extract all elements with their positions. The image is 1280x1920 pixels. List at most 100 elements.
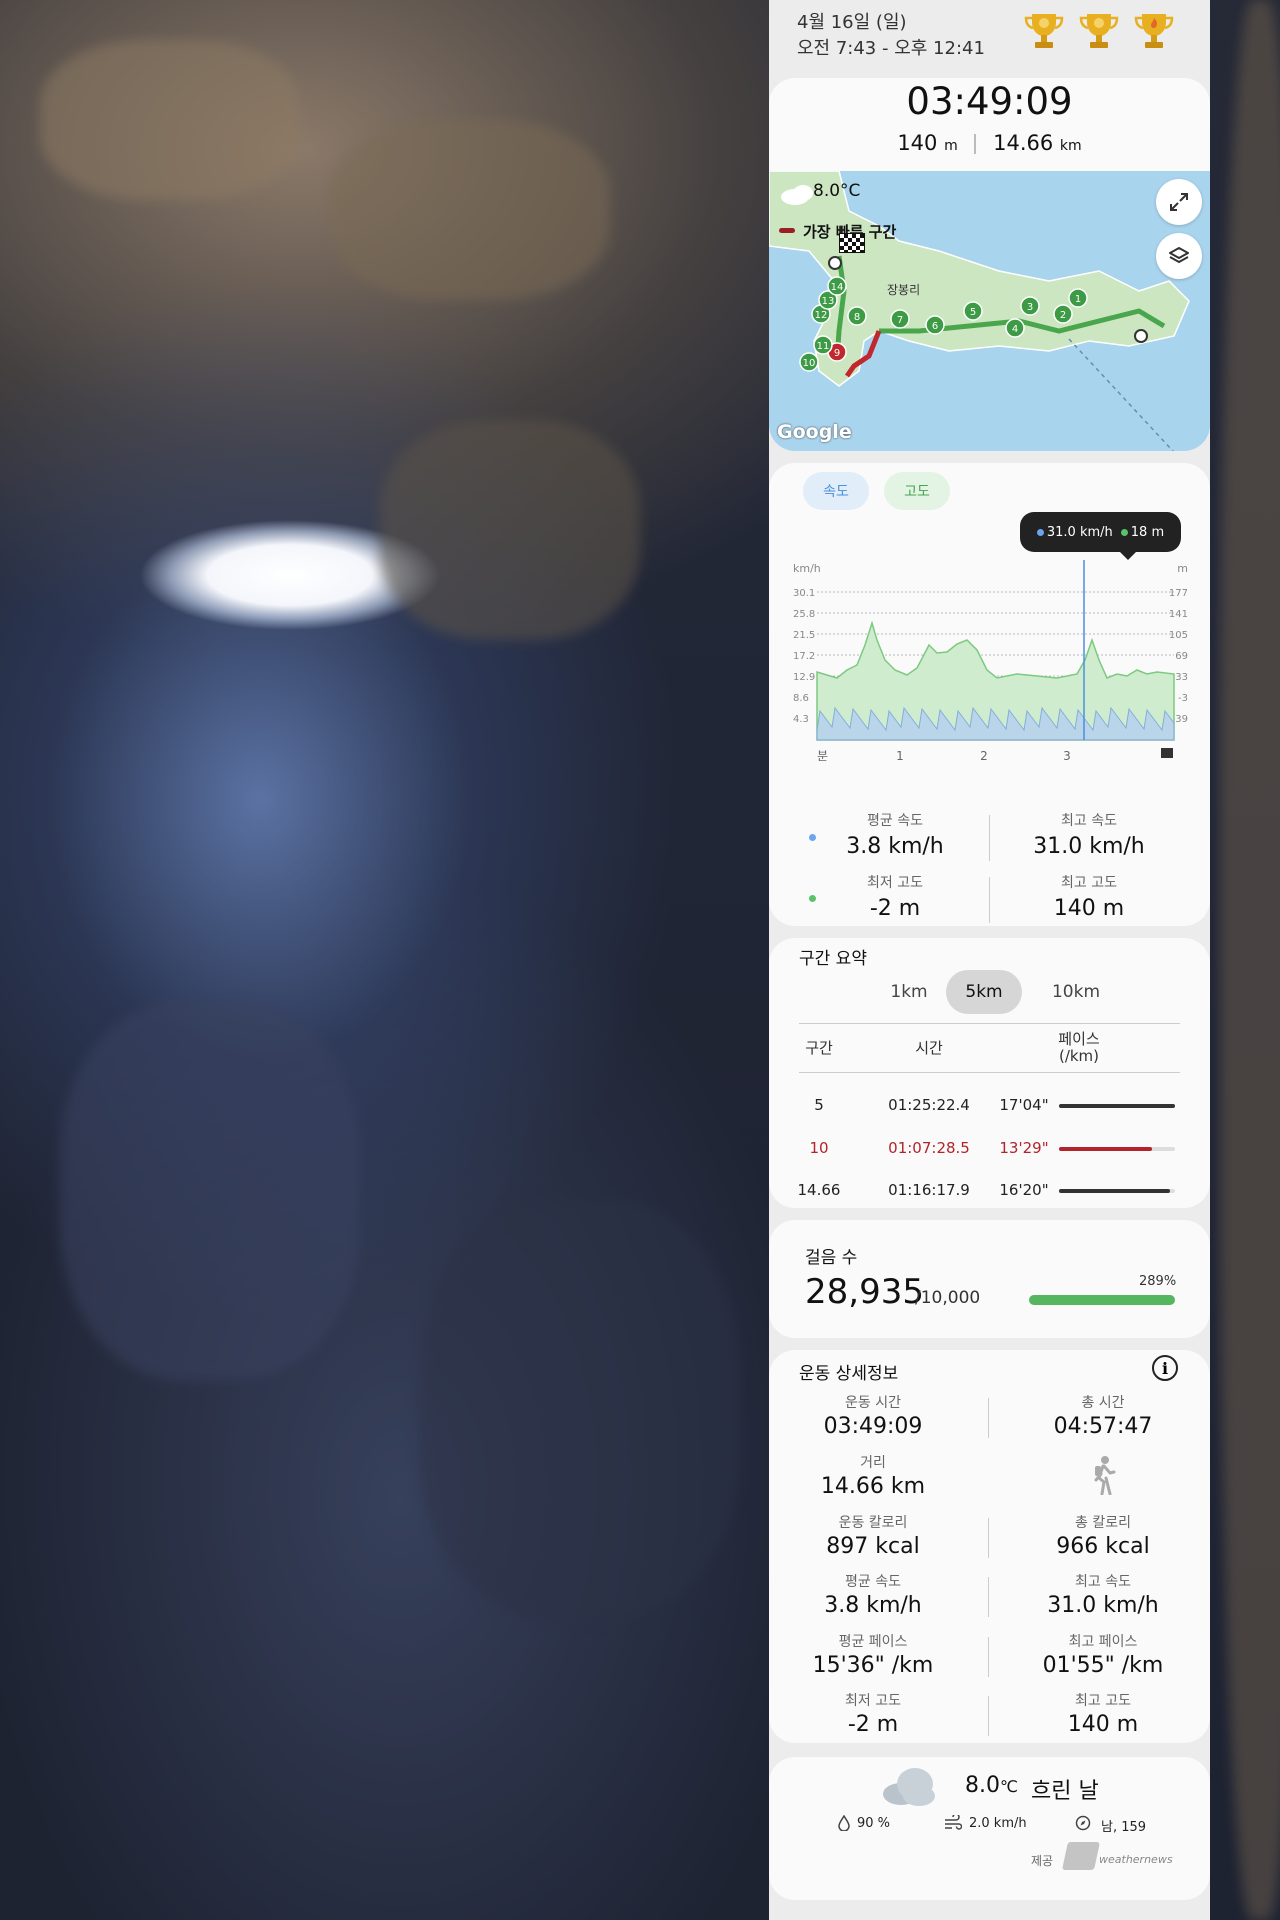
weather-temp-value: 8.0 — [965, 1773, 1000, 1798]
route-marker-label: 6 — [932, 321, 938, 332]
speed-dot — [1036, 528, 1044, 536]
map-layers-button[interactable] — [1156, 233, 1202, 279]
route-marker[interactable]: 14 — [827, 276, 847, 296]
tab-altitude[interactable]: 고도 — [884, 472, 950, 510]
elevation-value: 140 — [897, 131, 938, 155]
total-calories-value: 966 kcal — [1056, 1534, 1150, 1559]
avg-speed-label: 평균 속도 — [845, 1574, 901, 1590]
speed-legend-dot — [809, 834, 816, 841]
info-icon[interactable]: i — [1152, 1355, 1178, 1381]
altitude-legend-dot — [809, 895, 816, 902]
summary-stats: 140 m 14.66 km — [769, 131, 1210, 155]
route-map[interactable]: 8.0°C 가장 빠른 구간 장봉리 1 2 3 4 5 6 7 8 9 10 11 12 13 14 G… — [769, 171, 1210, 451]
right-tick-label: 141 — [1169, 609, 1188, 620]
route-marker-label: 3 — [1027, 302, 1033, 313]
distance-unit: km — [1059, 138, 1082, 154]
elevation-unit: m — [944, 138, 958, 154]
max-alt-label: 최고 고도 — [1075, 1693, 1131, 1709]
avg-speed-value: 3.8 km/h — [824, 1593, 922, 1618]
divider — [989, 877, 990, 923]
speed-altitude-chart[interactable]: km/h m 30.1 177 25.8 141 21.5 105 17.2 69 12.9 33 8.… — [793, 560, 1188, 800]
trophy-icon[interactable] — [1134, 10, 1174, 52]
workout-time-range: 오전 7:43 - 오후 12:41 — [797, 38, 985, 59]
right-tick-label: -3 — [1178, 693, 1188, 704]
tab-1km[interactable]: 1km — [869, 970, 949, 1014]
expand-map-button[interactable] — [1156, 179, 1202, 225]
route-marker-label: 9 — [834, 348, 840, 359]
min-alt-value: -2 m — [847, 1712, 899, 1737]
route-marker[interactable]: 2 — [1053, 304, 1073, 324]
route-marker[interactable]: 4 — [1005, 318, 1025, 338]
details-title: 운동 상세정보 — [799, 1364, 899, 1384]
route-marker[interactable]: 7 — [890, 309, 910, 329]
right-tick-label: 33 — [1175, 672, 1188, 683]
left-axis-unit: km/h — [793, 562, 821, 575]
max-alt-label: 최고 고도 — [1061, 875, 1117, 891]
pace-bar-fill — [1059, 1189, 1171, 1193]
max-speed-label: 최고 속도 — [1061, 813, 1117, 829]
left-tick-label: 12.9 — [793, 672, 815, 683]
layers-icon — [1169, 247, 1189, 263]
expand-icon — [1170, 193, 1188, 211]
right-axis-unit: m — [1177, 562, 1188, 575]
chart-plot[interactable]: km/h m 30.1 177 25.8 141 21.5 105 17.2 69 12.9 33 8.… — [793, 560, 1188, 800]
wind-value: 2.0 km/h — [969, 1816, 1027, 1831]
workout-date: 4월 16일 (일) — [797, 12, 907, 33]
route-marker-label: 14 — [831, 282, 844, 293]
col-pace: 페이스 — [1058, 1030, 1100, 1048]
max-speed-value: 31.0 km/h — [1033, 834, 1145, 859]
cloud-icon — [883, 1768, 935, 1806]
tab-5km[interactable]: 5km — [946, 970, 1022, 1014]
route-marker-label: 7 — [897, 315, 903, 326]
route-marker[interactable]: 10 — [799, 352, 819, 372]
x-tick-label: 2 — [980, 749, 988, 763]
left-tick-label: 17.2 — [793, 651, 815, 662]
route-marker[interactable]: 1 — [1068, 288, 1088, 308]
route-marker-label: 12 — [815, 310, 828, 321]
divider — [974, 134, 977, 154]
tooltip-speed-value: 31.0 km/h — [1046, 524, 1113, 540]
rock-texture — [40, 40, 300, 200]
tab-10km[interactable]: 10km — [1031, 970, 1121, 1014]
wind-icon — [945, 1815, 962, 1830]
route-marker[interactable]: 11 — [813, 335, 833, 355]
finish-flag-icon — [1161, 748, 1173, 758]
distance-label: 거리 — [860, 1455, 886, 1471]
row-segment: 10 — [809, 1139, 829, 1157]
total-calories-label: 총 칼로리 — [1075, 1515, 1131, 1531]
tooltip-altitude: 18 m — [1120, 525, 1164, 540]
distance-value: 14.66 km — [820, 1474, 926, 1499]
chart-tooltip: 31.0 km/h 18 m — [1020, 512, 1181, 560]
exercise-time-label: 운동 시간 — [845, 1395, 901, 1411]
route-marker-label: 2 — [1060, 310, 1066, 321]
left-tick-label: 8.6 — [793, 693, 809, 704]
route-marker-label: 11 — [817, 341, 830, 352]
steps-progress-bar — [1029, 1295, 1175, 1305]
left-tick-label: 25.8 — [793, 609, 815, 620]
wind-direction: 남, 159 — [1101, 1820, 1147, 1835]
divider — [988, 1637, 989, 1677]
route-markers[interactable]: 1234567891011121314 — [769, 171, 1210, 451]
pace-bar-fill — [1059, 1104, 1175, 1108]
distance-value: 14.66 — [993, 131, 1054, 155]
max-speed-label: 최고 속도 — [1075, 1574, 1131, 1590]
row-time: 01:07:28.5 — [888, 1139, 970, 1157]
route-marker[interactable]: 8 — [847, 306, 867, 326]
altitude-dot — [1120, 528, 1128, 536]
route-marker[interactable]: 3 — [1020, 296, 1040, 316]
max-pace-label: 최고 페이스 — [1068, 1634, 1138, 1650]
divider — [988, 1518, 989, 1558]
tab-speed[interactable]: 속도 — [803, 472, 869, 510]
divider — [988, 1577, 989, 1617]
trophy-icon[interactable] — [1079, 10, 1119, 52]
route-marker-label: 10 — [803, 358, 816, 369]
steps-goal: /10,000 — [915, 1288, 981, 1308]
route-marker[interactable]: 6 — [925, 315, 945, 335]
workout-detail-panel[interactable]: 4월 16일 (일) 오전 7:43 - 오후 12:41 03:49:09 1… — [769, 0, 1210, 1920]
avg-pace-label: 평균 페이스 — [838, 1634, 908, 1650]
min-alt-label: 최저 고도 — [867, 875, 923, 891]
route-marker[interactable]: 5 — [963, 301, 983, 321]
rock-texture — [330, 120, 610, 300]
trophy-icon[interactable] — [1024, 10, 1064, 52]
row-pace: 16'20" — [999, 1181, 1049, 1199]
